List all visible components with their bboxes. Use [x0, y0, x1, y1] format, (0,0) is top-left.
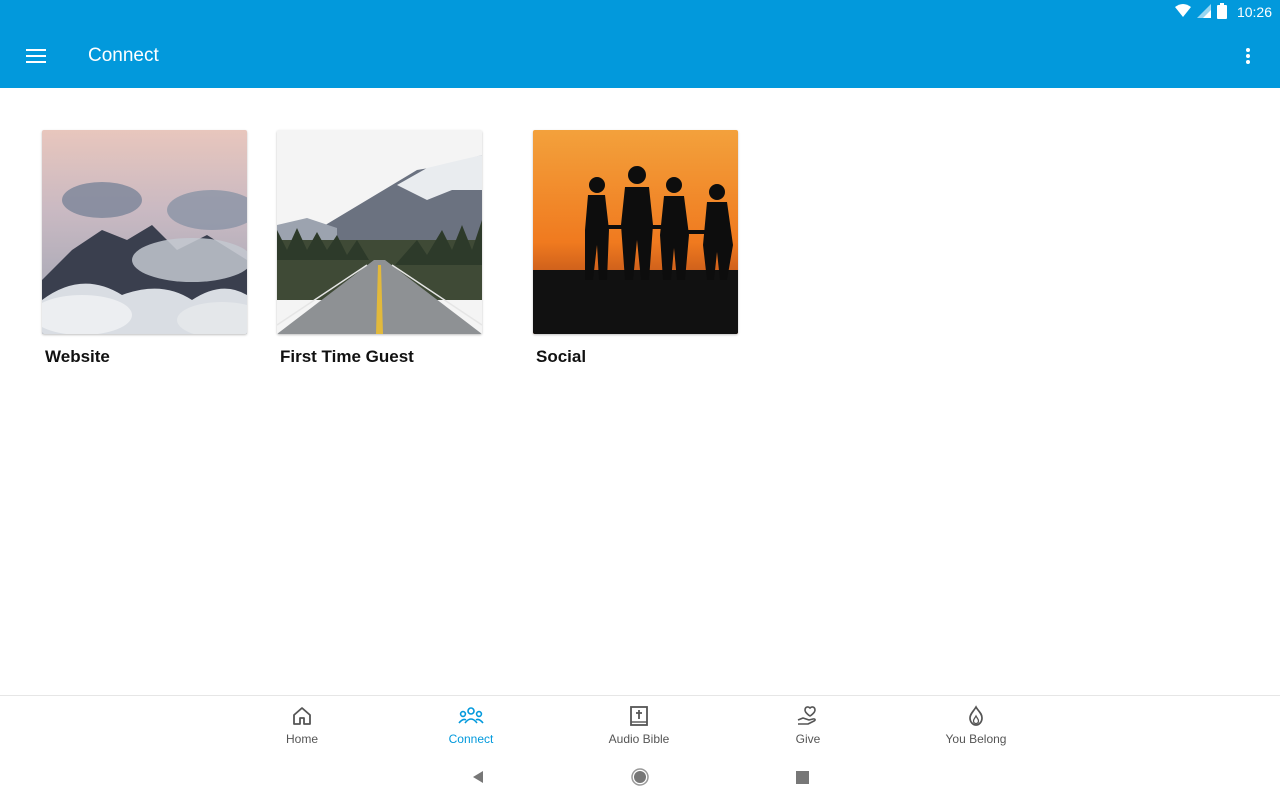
card-website[interactable]: Website [42, 130, 247, 367]
nav-connect[interactable]: Connect [416, 704, 526, 746]
recents-icon[interactable] [790, 767, 814, 787]
card-label: Social [536, 347, 587, 366]
page-title: Connect [88, 45, 159, 66]
home-circle-icon[interactable] [628, 767, 652, 787]
system-nav-bar [0, 755, 1280, 800]
card-social[interactable]: Social [533, 130, 738, 367]
nav-audio-bible[interactable]: Audio Bible [584, 704, 694, 746]
status-time: 10:26 [1236, 4, 1272, 20]
battery-icon [1216, 2, 1227, 22]
wifi-icon [1174, 3, 1191, 21]
flame-icon [921, 704, 1031, 728]
nav-label: Connect [448, 732, 494, 746]
give-heart-hand-icon [753, 704, 863, 728]
card-label: Website [45, 347, 110, 366]
road-mountains-image [277, 130, 482, 334]
card-first-time-guest[interactable]: First Time Guest [277, 130, 482, 367]
card-label: First Time Guest [280, 347, 414, 366]
app-bar: Connect [0, 24, 1280, 88]
nav-label: Audio Bible [608, 732, 670, 746]
bible-icon [584, 704, 694, 728]
friends-silhouette-image [533, 130, 738, 334]
more-vert-icon[interactable] [1232, 40, 1264, 72]
bottom-nav: Home Connect Audio Bible Give You Belong [0, 695, 1280, 755]
nav-give[interactable]: Give [753, 704, 863, 746]
nav-label: You Belong [945, 732, 1007, 746]
cell-signal-icon [1196, 3, 1211, 21]
nav-label: Give [795, 732, 821, 746]
misty-mountain-image [42, 130, 247, 334]
status-bar: 10:26 [0, 0, 1280, 24]
people-icon [416, 704, 526, 728]
nav-home[interactable]: Home [247, 704, 357, 746]
hamburger-menu-icon[interactable] [20, 40, 52, 72]
home-icon [247, 704, 357, 728]
nav-you-belong[interactable]: You Belong [921, 704, 1031, 746]
nav-label: Home [285, 732, 318, 746]
back-icon[interactable] [466, 767, 490, 787]
